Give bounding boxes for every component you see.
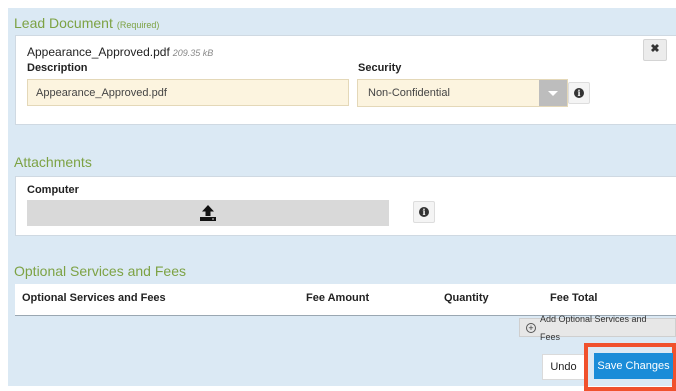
attachments-card: Computer i [15,176,676,236]
computer-label: Computer [27,184,79,196]
column-header-fee-total: Fee Total [550,292,598,304]
lead-document-heading: Lead Document [14,15,113,31]
add-optional-services-label: Add Optional Services and Fees [540,313,647,342]
save-changes-button[interactable]: Save Changes [594,353,673,379]
undo-button[interactable]: Undo [542,354,585,380]
file-info: Appearance_Approved.pdf 209.35 kB [27,45,213,59]
file-size: 209.35 kB [172,48,214,58]
remove-document-button[interactable]: ✖ [643,39,667,61]
column-header-quantity: Quantity [444,292,489,304]
column-header-service: Optional Services and Fees [22,292,166,304]
description-label: Description [27,62,88,74]
lead-document-title: Lead Document (Required) [14,15,159,31]
required-tag: (Required) [116,20,160,30]
chevron-down-icon [548,90,558,96]
security-label: Security [358,62,402,74]
lead-document-card: Appearance_Approved.pdf 209.35 kB ✖ Descr… [15,35,676,125]
file-name: Appearance_Approved.pdf [27,45,170,59]
security-info-button[interactable]: i [568,82,590,104]
select-dropdown-button[interactable] [539,80,567,106]
attachments-info-button[interactable]: i [413,201,435,223]
column-header-fee-amount: Fee Amount [306,292,370,304]
optional-services-title: Optional Services and Fees [14,263,186,279]
info-icon: i [419,207,429,217]
description-input[interactable] [27,79,349,106]
attachments-title: Attachments [14,154,92,170]
info-icon: i [574,88,584,98]
close-icon: ✖ [650,43,660,55]
upload-file-button[interactable] [27,200,389,226]
add-optional-services-button[interactable]: + Add Optional Services and Fees [519,314,676,342]
security-selected-value: Non-Confidential [368,87,450,99]
plus-circle-icon: + [526,322,536,333]
upload-icon [200,205,216,221]
security-select[interactable]: Non-Confidential [357,79,568,107]
